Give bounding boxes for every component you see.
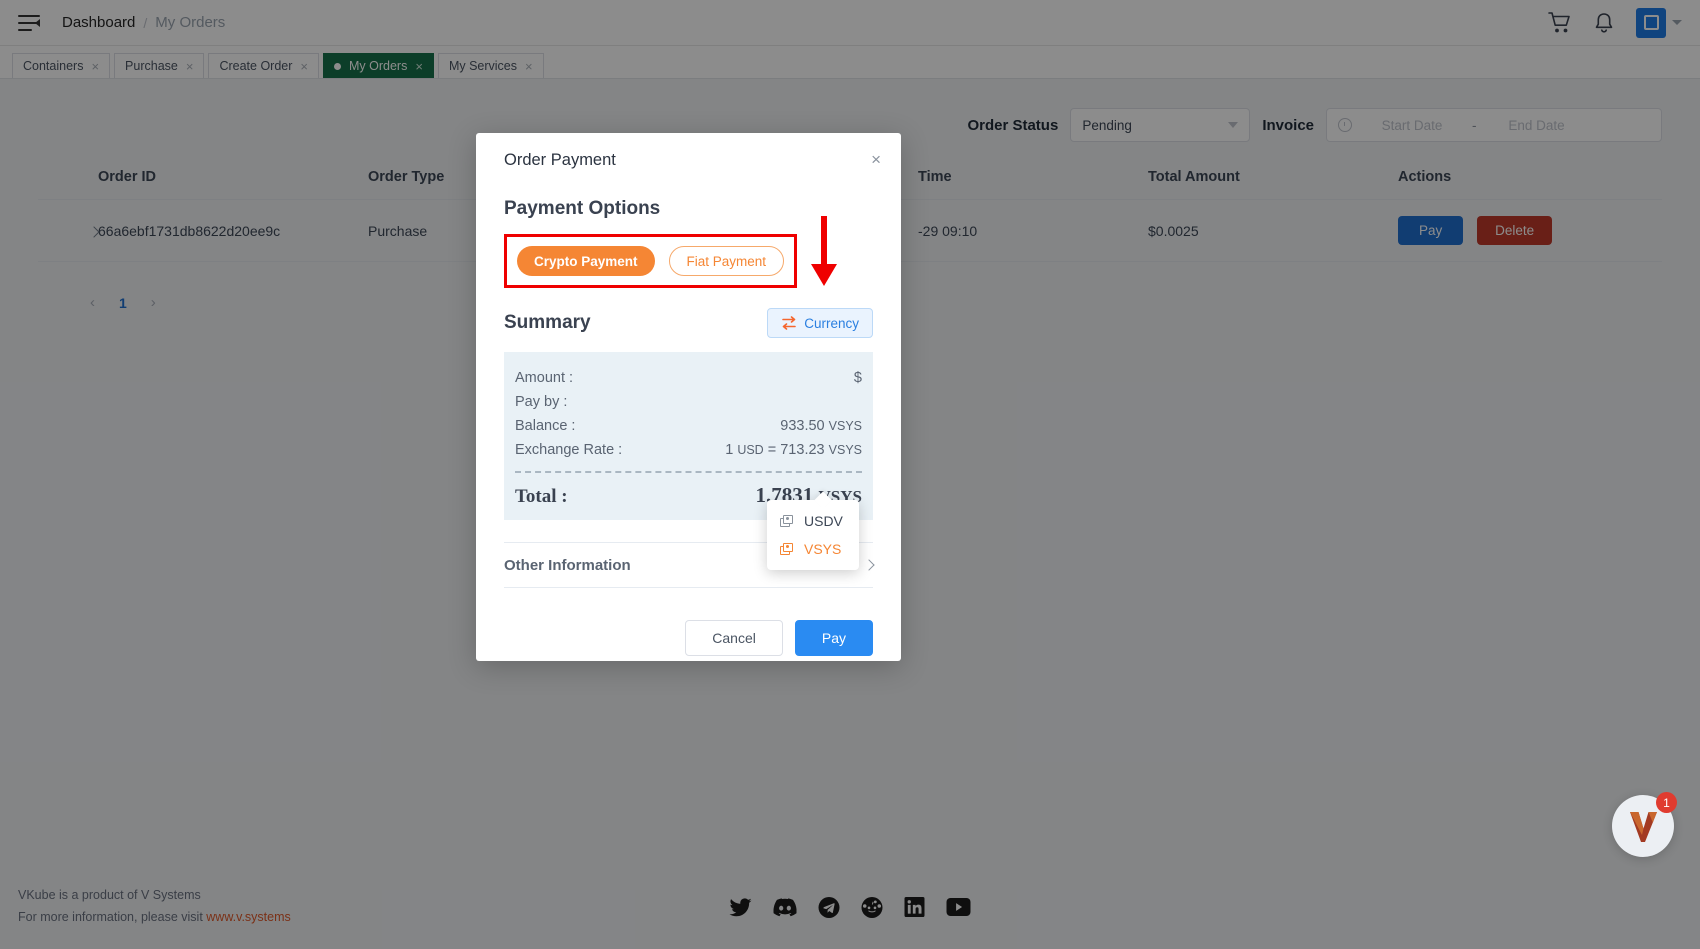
rate-quote-unit: VSYS: [828, 443, 862, 457]
crypto-payment-option[interactable]: Crypto Payment: [517, 246, 655, 276]
dialog-actions: Cancel Pay: [504, 620, 873, 656]
summary-value: 1 USD = 713.23 VSYS: [725, 442, 862, 458]
summary-row-exchange-rate: Exchange Rate : 1 USD = 713.23 VSYS: [515, 438, 862, 462]
fiat-payment-option[interactable]: Fiat Payment: [668, 246, 785, 276]
chat-unread-badge: 1: [1656, 792, 1677, 813]
summary-row-amount: Amount : $: [515, 366, 862, 390]
currency-option-vsys[interactable]: VSYS: [767, 535, 859, 563]
rate-base-unit: USD: [737, 443, 764, 457]
rate-prefix: 1: [725, 442, 734, 458]
currency-option-usdv[interactable]: USDV: [767, 507, 859, 535]
total-label: Total :: [515, 486, 568, 507]
summary-value-number: 933.50: [780, 418, 825, 434]
coin-icon: [780, 514, 795, 528]
currency-dropdown-menu: USDV VSYS: [767, 500, 859, 570]
summary-panel: Amount : $ Pay by : Balance : 933.50 VSY…: [504, 352, 873, 520]
other-information-label: Other Information: [504, 556, 631, 574]
rate-amount: = 713.23: [767, 442, 825, 458]
chevron-right-icon: [863, 559, 875, 571]
v-systems-logo-icon: [1630, 812, 1657, 842]
summary-row-pay-by: Pay by :: [515, 390, 862, 414]
currency-button-label: Currency: [804, 315, 859, 331]
dialog-title: Order Payment: [504, 151, 616, 169]
swap-arrows-icon: [782, 316, 797, 330]
page-root: Dashboard / My Orders Containers × Purch…: [0, 0, 1700, 949]
chat-widget-button[interactable]: 1: [1612, 792, 1677, 857]
order-payment-dialog: Order Payment × Payment Options Crypto P…: [476, 133, 901, 661]
summary-heading: Summary: [504, 312, 591, 333]
summary-label: Exchange Rate :: [515, 442, 623, 458]
annotation-arrow-icon: [811, 216, 837, 286]
summary-label: Pay by :: [515, 394, 568, 410]
summary-divider: [515, 471, 862, 473]
summary-label: Balance :: [515, 418, 576, 434]
summary-value-unit: VSYS: [828, 419, 862, 433]
summary-row-balance: Balance : 933.50 VSYS: [515, 414, 862, 438]
coin-icon: [780, 542, 795, 556]
pay-button[interactable]: Pay: [794, 620, 873, 656]
currency-option-label: VSYS: [804, 541, 842, 557]
summary-label: Amount :: [515, 370, 574, 386]
summary-value: $: [853, 370, 862, 386]
currency-option-label: USDV: [804, 513, 843, 529]
close-icon[interactable]: ×: [871, 151, 881, 168]
summary-value: 933.50 VSYS: [780, 418, 862, 434]
currency-selector-button[interactable]: Currency: [767, 308, 873, 338]
summary-header-row: Summary Currency USDV VSYS: [504, 308, 873, 570]
cancel-button[interactable]: Cancel: [685, 620, 783, 656]
payment-options-highlight-box: Crypto Payment Fiat Payment: [504, 234, 798, 288]
